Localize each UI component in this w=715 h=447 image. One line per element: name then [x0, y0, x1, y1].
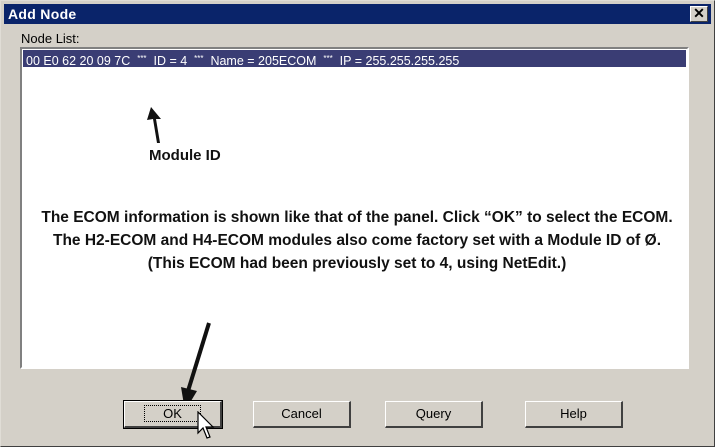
mouse-pointer-icon: [197, 411, 215, 439]
query-button[interactable]: Query: [385, 401, 483, 428]
title-bar[interactable]: Add Node ✕: [4, 4, 711, 24]
arrow-up-annotation: [147, 107, 161, 143]
node-list-label: Node List:: [21, 31, 80, 46]
separator: ***: [323, 54, 333, 63]
node-id: ID = 4: [153, 54, 188, 68]
add-node-dialog: Add Node ✕ Node List: 00 E0 62 20 09 7C …: [0, 0, 715, 447]
ok-label: OK: [144, 405, 201, 422]
help-label: Help: [560, 406, 587, 421]
list-item[interactable]: 00 E0 62 20 09 7C *** ID = 4 *** Name = …: [23, 50, 686, 68]
node-ip: IP = 255.255.255.255: [339, 54, 460, 68]
arrow-down-annotation: [181, 322, 211, 411]
query-label: Query: [415, 406, 452, 421]
window-title: Add Node: [8, 6, 77, 22]
node-mac: 00 E0 62 20 09 7C: [26, 54, 131, 68]
help-button[interactable]: Help: [525, 401, 623, 428]
description-annotation: The ECOM information is shown like that …: [41, 209, 673, 272]
close-button[interactable]: ✕: [690, 5, 708, 22]
node-name: Name = 205ECOM: [210, 54, 317, 68]
close-icon: ✕: [693, 5, 705, 21]
cancel-label: Cancel: [281, 406, 322, 421]
module-id-annotation: Module ID: [149, 147, 221, 164]
separator: ***: [194, 54, 204, 63]
cancel-button[interactable]: Cancel: [253, 401, 351, 428]
separator: ***: [137, 54, 147, 63]
